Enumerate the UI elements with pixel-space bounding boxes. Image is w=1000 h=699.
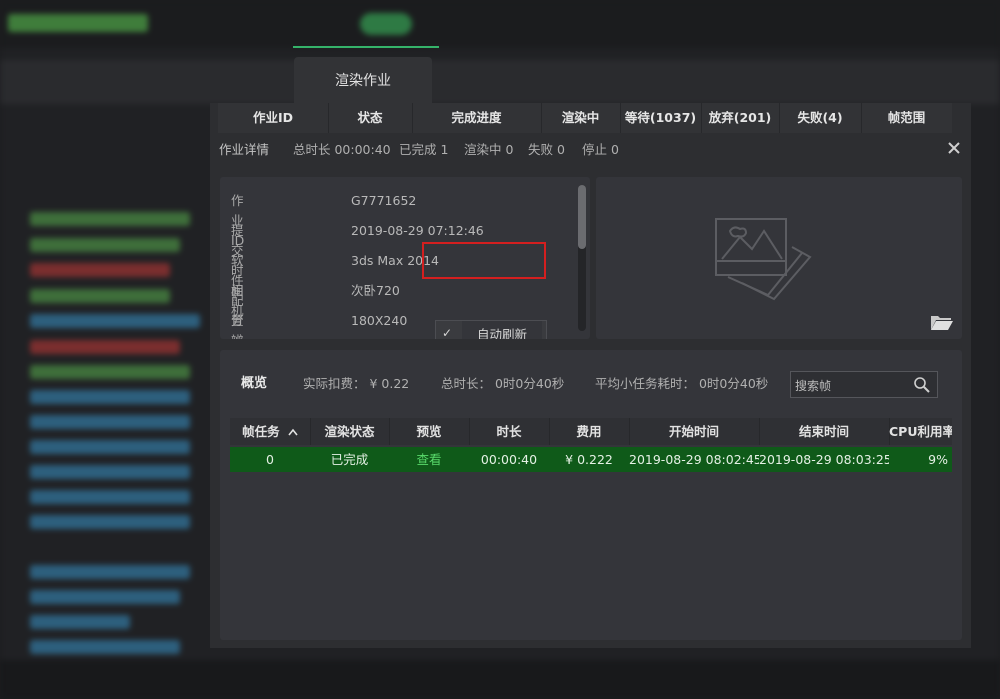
column-preview[interactable]: 预览: [389, 418, 470, 445]
job-detail-bar: 作业详情 总时长 00:00:40 已完成 1 渲染中 0 失败 0 停止 0: [210, 135, 971, 165]
info-key: 分辨率: [231, 313, 244, 339]
actual-charge: 实际扣费： ¥ 0.22: [303, 376, 410, 391]
column-job-id[interactable]: 作业ID: [218, 103, 329, 133]
background-row: [30, 365, 190, 379]
overview-total-duration: 总时长： 0时0分40秒: [441, 376, 565, 391]
column-progress[interactable]: 完成进度: [412, 103, 542, 133]
column-frame-range[interactable]: 帧范围: [861, 103, 952, 133]
info-value: 180X240: [351, 313, 408, 328]
job-table-header: 作业ID 状态 完成进度 渲染中 等待(1037) 放弃(201) 失败(4) …: [218, 103, 952, 133]
job-detail-dialog: 作业ID 状态 完成进度 渲染中 等待(1037) 放弃(201) 失败(4) …: [210, 103, 971, 648]
image-placeholder-icon: [715, 218, 812, 301]
background-row: [30, 590, 180, 604]
background-row: [30, 440, 190, 454]
auto-refresh-label[interactable]: 自动刷新: [462, 321, 542, 339]
background-row: [30, 565, 190, 579]
cell-start-time: 2019-08-29 08:02:45: [629, 452, 759, 467]
column-cost[interactable]: 费用: [549, 418, 630, 445]
tab-indicator: [293, 46, 439, 48]
checkmark-icon: ✓: [442, 326, 453, 339]
detail-title: 作业详情: [219, 142, 270, 157]
info-value: G7771652: [351, 193, 417, 208]
background-row: [30, 238, 180, 252]
background-row: [30, 515, 190, 529]
detail-failed: 失败 0: [528, 142, 565, 157]
cell-cpu-usage: 9%: [928, 452, 948, 467]
scroll-thumb[interactable]: [578, 185, 586, 249]
cell-status: 已完成: [330, 452, 369, 467]
background-tabrow: [0, 60, 1000, 104]
column-abandoned[interactable]: 放弃(201): [701, 103, 780, 133]
background-row: [30, 390, 190, 404]
detail-completed: 已完成 1: [399, 142, 449, 157]
overview-title: 概览: [241, 376, 268, 391]
background-row: [30, 340, 180, 354]
column-waiting[interactable]: 等待(1037): [620, 103, 702, 133]
cell-frame: 0: [266, 452, 274, 467]
sort-ascending-icon[interactable]: [288, 428, 298, 436]
background-row: [30, 314, 200, 328]
tab-render-jobs[interactable]: 渲染作业: [294, 57, 432, 104]
preview-panel: [596, 177, 962, 339]
background-row: [30, 640, 180, 654]
column-frame-task-label: 帧任务: [242, 424, 280, 439]
frame-search-box[interactable]: [790, 371, 938, 398]
column-status[interactable]: 状态: [328, 103, 413, 133]
info-value: 次卧720: [351, 283, 400, 298]
background-row: [30, 212, 190, 226]
background-row: [30, 615, 130, 629]
background-row: [30, 465, 190, 479]
column-cpu-usage[interactable]: CPU利用率: [889, 418, 952, 445]
cell-cost: ¥ 0.222: [565, 452, 613, 467]
overview-panel: 概览 实际扣费： ¥ 0.22 总时长： 0时0分40秒 平均小任务耗时： 0时…: [220, 350, 962, 640]
table-row[interactable]: 0 已完成 查看 00:00:40 ¥ 0.222 2019-08-29 08:…: [230, 447, 952, 472]
frame-search-input[interactable]: [793, 375, 907, 396]
auto-refresh-menu-item[interactable]: ✓ 自动刷新: [435, 320, 547, 339]
close-icon[interactable]: [945, 139, 963, 157]
column-start-time[interactable]: 开始时间: [629, 418, 760, 445]
average-subtask-duration: 平均小任务耗时： 0时0分40秒: [595, 376, 769, 391]
background-row: [30, 263, 170, 277]
annotation-highlight-box: [422, 242, 546, 279]
task-table-header: 帧任务 渲染状态 预览 时长 费用 开始时间 结束时间 CPU利用率: [230, 418, 952, 445]
background-topbar: [0, 0, 1000, 48]
background-footer: [0, 660, 1000, 699]
info-scrollbar[interactable]: [578, 185, 586, 331]
column-render-status[interactable]: 渲染状态: [310, 418, 390, 445]
background-badge: [360, 13, 412, 35]
detail-stopped: 停止 0: [582, 142, 619, 157]
search-icon[interactable]: [913, 376, 931, 394]
background-row: [30, 289, 170, 303]
column-rendering[interactable]: 渲染中: [541, 103, 621, 133]
column-failed[interactable]: 失败(4): [779, 103, 862, 133]
detail-total-duration: 总时长 00:00:40: [293, 142, 391, 157]
folder-icon[interactable]: [930, 313, 954, 331]
column-end-time[interactable]: 结束时间: [759, 418, 890, 445]
view-preview-link[interactable]: 查看: [389, 447, 469, 472]
background-row: [30, 415, 190, 429]
column-duration[interactable]: 时长: [469, 418, 550, 445]
column-frame-task[interactable]: 帧任务: [230, 418, 311, 445]
cell-duration: 00:00:40: [480, 452, 538, 467]
detail-rendering: 渲染中 0: [464, 142, 514, 157]
background-logo: [8, 14, 148, 32]
cell-end-time: 2019-08-29 08:03:25: [759, 452, 889, 467]
info-value: 2019-08-29 07:12:46: [351, 223, 484, 238]
background-row: [30, 490, 190, 504]
